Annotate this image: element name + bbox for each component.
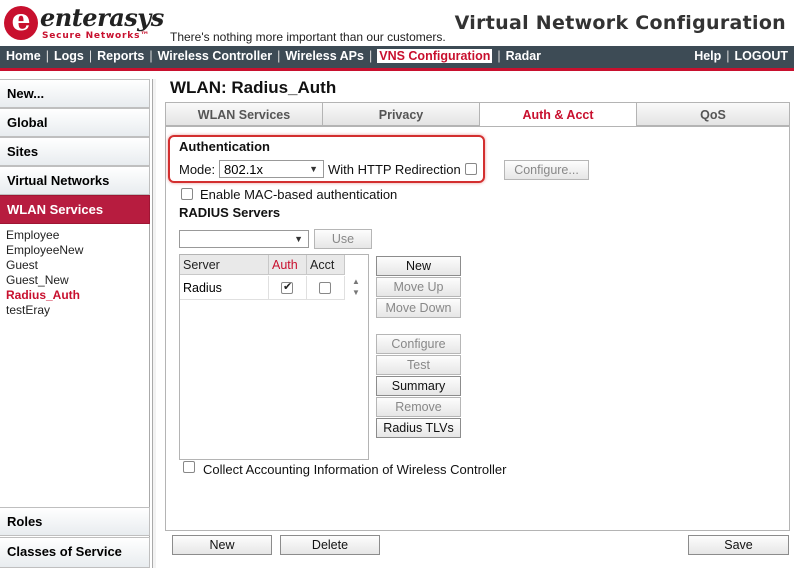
app-title: Virtual Network Configuration [454, 12, 786, 34]
auth-cell [269, 276, 307, 300]
nav-vns-configuration[interactable]: VNS Configuration [377, 49, 493, 63]
sidebar-wlan-services[interactable]: WLAN Services [0, 195, 150, 224]
acct-cell [307, 276, 345, 300]
mac-auth-checkbox[interactable] [181, 188, 193, 200]
tab-auth-acct[interactable]: Auth & Acct [479, 102, 637, 127]
radius-server-select[interactable]: ▼ [179, 230, 309, 248]
nav-reports[interactable]: Reports [97, 49, 144, 63]
radius-server-table: Server Auth Acct Radius [179, 254, 369, 460]
dropdown-arrow-icon: ▼ [294, 234, 303, 244]
wlan-item-radius-auth[interactable]: Radius_Auth [6, 288, 83, 303]
tagline: There's nothing more important than our … [170, 30, 446, 44]
column-auth: Auth [269, 255, 307, 275]
nav-wireless-controller[interactable]: Wireless Controller [158, 49, 273, 63]
radius-servers-heading: RADIUS Servers [179, 205, 281, 220]
footer-new-button[interactable]: New [172, 535, 272, 555]
radius-tlvs-button[interactable]: Radius TLVs [376, 418, 461, 438]
scroll-down-icon[interactable]: ▼ [350, 287, 362, 298]
nav-home[interactable]: Home [6, 49, 41, 63]
delete-button[interactable]: Delete [280, 535, 380, 555]
app-header: e enterasys Secure Networks™ There's not… [0, 0, 794, 46]
acct-checkbox[interactable] [319, 282, 331, 294]
nav-radar[interactable]: Radar [506, 49, 541, 63]
nav-logout[interactable]: LOGOUT [735, 49, 788, 63]
table-scrollbar[interactable]: ▲ ▼ [350, 276, 362, 298]
wlan-item-employeenew[interactable]: EmployeeNew [6, 243, 83, 258]
column-acct: Acct [307, 255, 345, 275]
configure-server-button[interactable]: Configure [376, 334, 461, 354]
wlan-item-guest-new[interactable]: Guest_New [6, 273, 83, 288]
nav-logs[interactable]: Logs [54, 49, 84, 63]
collect-accounting-checkbox[interactable] [183, 461, 195, 473]
new-server-button[interactable]: New [376, 256, 461, 276]
mac-auth-label: Enable MAC-based authentication [200, 187, 398, 202]
tab-wlan-services[interactable]: WLAN Services [165, 102, 323, 126]
move-up-button[interactable]: Move Up [376, 277, 461, 297]
tab-qos[interactable]: QoS [636, 102, 790, 126]
top-nav: Home | Logs | Reports | Wireless Controller | Wi… [0, 46, 794, 68]
sidebar-splitter[interactable] [152, 79, 156, 568]
sidebar-global[interactable]: Global [0, 108, 150, 137]
nav-accent-strip [0, 68, 794, 71]
sidebar: New... Global Sites Virtual Networks WLA… [0, 79, 150, 568]
sidebar-roles[interactable]: Roles [0, 507, 150, 536]
tab-privacy[interactable]: Privacy [322, 102, 480, 126]
page-title: WLAN: Radius_Auth [170, 78, 337, 97]
sidebar-virtual-networks[interactable]: Virtual Networks [0, 166, 150, 195]
scroll-up-icon[interactable]: ▲ [350, 276, 362, 287]
wlan-item-guest[interactable]: Guest [6, 258, 83, 273]
move-down-button[interactable]: Move Down [376, 298, 461, 318]
sidebar-sites[interactable]: Sites [0, 137, 150, 166]
sidebar-classes-of-service[interactable]: Classes of Service [0, 537, 150, 568]
use-button[interactable]: Use [314, 229, 372, 249]
highlight-box [168, 135, 485, 183]
logo-subtitle: Secure Networks™ [42, 31, 151, 41]
server-cell[interactable]: Radius [180, 276, 269, 300]
sidebar-new[interactable]: New... [0, 79, 150, 108]
nav-wireless-aps[interactable]: Wireless APs [285, 49, 364, 63]
remove-button[interactable]: Remove [376, 397, 461, 417]
configure-auth-button[interactable]: Configure... [504, 160, 589, 180]
summary-button[interactable]: Summary [376, 376, 461, 396]
wlan-item-testeray[interactable]: testEray [6, 303, 83, 318]
save-button[interactable]: Save [688, 535, 789, 555]
nav-help[interactable]: Help [694, 49, 721, 63]
column-server: Server [180, 255, 269, 275]
auth-checkbox[interactable] [281, 280, 293, 294]
wlan-service-list: Employee EmployeeNew Guest Guest_New Rad… [6, 228, 83, 318]
test-button[interactable]: Test [376, 355, 461, 375]
logo-wordmark: enterasys [40, 3, 164, 32]
wlan-item-employee[interactable]: Employee [6, 228, 83, 243]
collect-accounting-label: Collect Accounting Information of Wirele… [203, 462, 507, 477]
enterasys-logo-icon: e [4, 6, 38, 40]
